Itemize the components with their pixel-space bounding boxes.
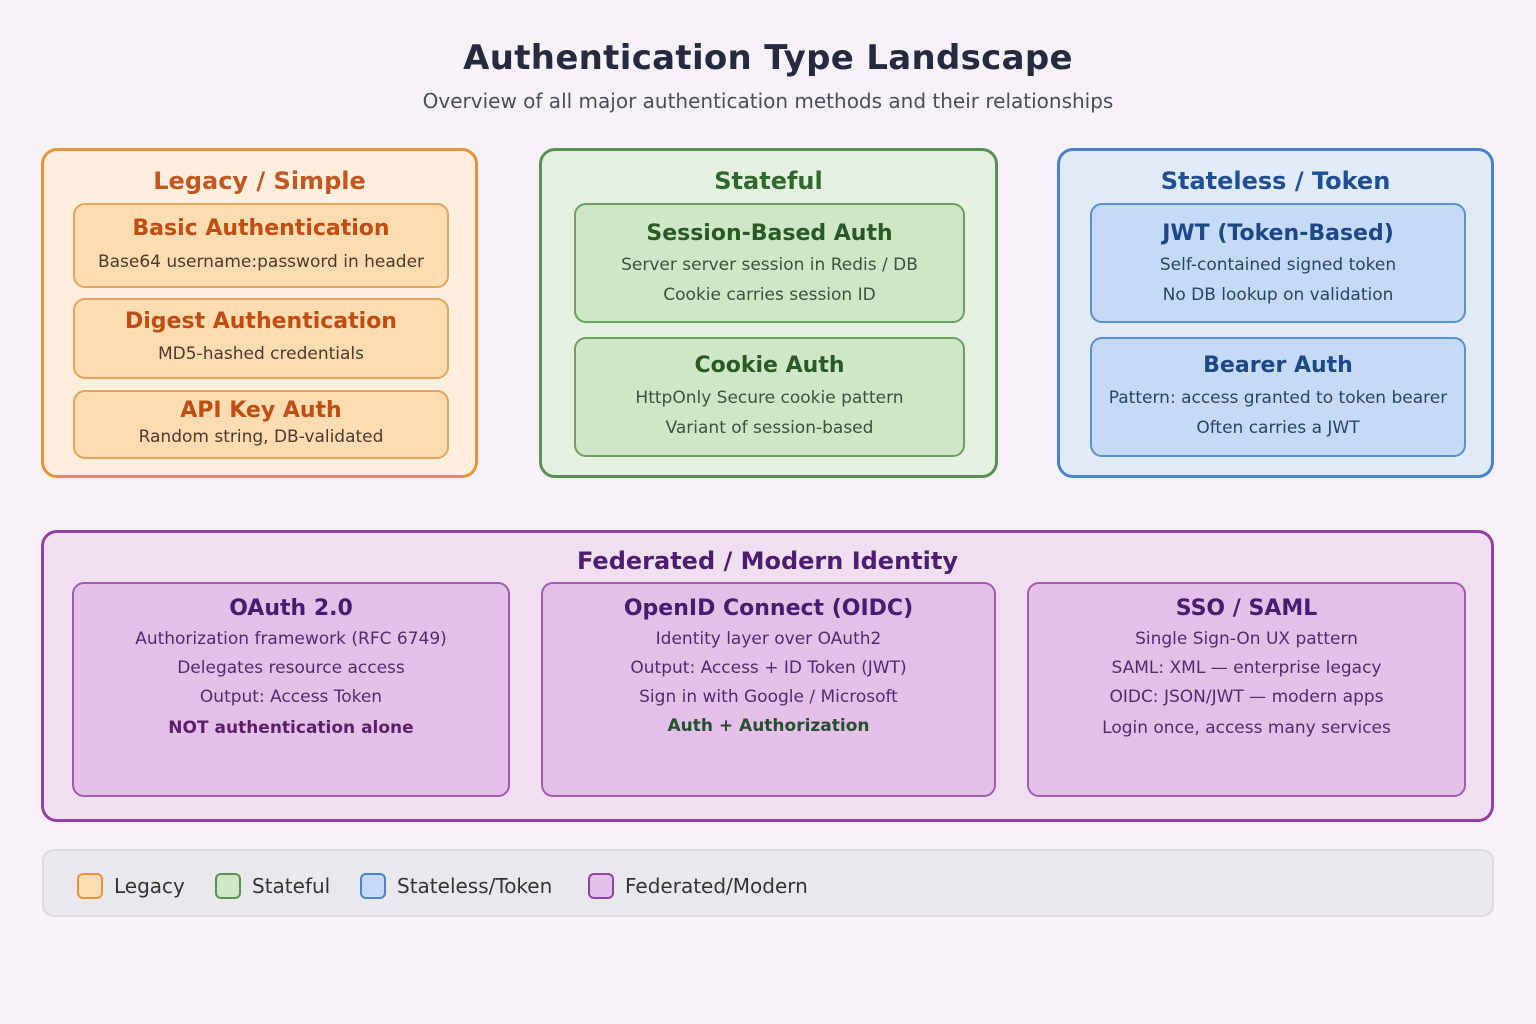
legend-item-stateful: Stateful — [215, 873, 330, 899]
card-description: Sign in with Google / Microsoft — [639, 687, 898, 707]
card-title: API Key Auth — [180, 398, 342, 423]
card-description: Identity layer over OAuth2 — [655, 629, 882, 649]
card-bearer-auth: Bearer Auth Pattern: access granted to t… — [1090, 337, 1466, 457]
card-title: Digest Authentication — [125, 309, 397, 334]
group-legacy: Legacy / Simple Basic Authentication Bas… — [41, 148, 478, 478]
card-sso-saml: SSO / SAML Single Sign-On UX pattern SAM… — [1027, 582, 1466, 797]
legend-item-federated: Federated/Modern — [588, 873, 808, 899]
card-emphasis: NOT authentication alone — [168, 718, 414, 738]
legend-label: Federated/Modern — [625, 874, 808, 898]
page-subtitle: Overview of all major authentication met… — [422, 89, 1114, 113]
card-description: Random string, DB-validated — [138, 427, 384, 447]
group-stateless: Stateless / Token JWT (Token-Based) Self… — [1057, 148, 1494, 478]
card-jwt: JWT (Token-Based) Self-contained signed … — [1090, 203, 1466, 323]
card-description: No DB lookup on validation — [1162, 285, 1394, 305]
card-description: Base64 username:password in header — [97, 252, 425, 272]
card-title: Cookie Auth — [694, 353, 845, 378]
card-description: Login once, access many services — [1102, 718, 1391, 738]
card-description: Output: Access + ID Token (JWT) — [630, 658, 907, 678]
card-description: MD5-hashed credentials — [157, 344, 365, 364]
legend-label: Legacy — [114, 874, 185, 898]
card-description: Pattern: access granted to token bearer — [1108, 388, 1448, 408]
card-api-key-auth: API Key Auth Random string, DB-validated — [73, 390, 449, 459]
legend-item-stateless: Stateless/Token — [360, 873, 552, 899]
card-title: OAuth 2.0 — [229, 596, 353, 621]
card-title: SSO / SAML — [1175, 596, 1318, 621]
card-description: Self-contained signed token — [1159, 255, 1397, 275]
card-emphasis: Auth + Authorization — [667, 716, 870, 736]
card-description: SAML: XML — enterprise legacy — [1111, 658, 1382, 678]
group-stateful-title: Stateful — [714, 167, 823, 195]
card-title: Basic Authentication — [132, 216, 390, 241]
card-description: Variant of session-based — [665, 418, 874, 438]
card-title: OpenID Connect (OIDC) — [623, 596, 914, 621]
card-description: Delegates resource access — [177, 658, 405, 678]
legend-swatch — [360, 873, 386, 899]
group-legacy-title: Legacy / Simple — [153, 167, 366, 195]
group-stateful: Stateful Session-Based Auth Server serve… — [539, 148, 998, 478]
card-title: Bearer Auth — [1203, 353, 1353, 378]
legend: Legacy Stateful Stateless/Token Federate… — [42, 849, 1494, 917]
card-oauth2: OAuth 2.0 Authorization framework (RFC 6… — [72, 582, 510, 797]
group-stateless-title: Stateless / Token — [1160, 167, 1391, 195]
card-title: Session-Based Auth — [646, 221, 893, 246]
legend-label: Stateless/Token — [397, 874, 553, 898]
card-description: HttpOnly Secure cookie pattern — [635, 388, 904, 408]
page-title: Authentication Type Landscape — [463, 38, 1073, 78]
card-description: Often carries a JWT — [1196, 418, 1360, 438]
card-description: OIDC: JSON/JWT — modern apps — [1109, 687, 1384, 707]
card-digest-authentication: Digest Authentication MD5-hashed credent… — [73, 298, 449, 379]
card-openid-connect: OpenID Connect (OIDC) Identity layer ove… — [541, 582, 996, 797]
legend-label: Stateful — [252, 874, 331, 898]
card-basic-authentication: Basic Authentication Base64 username:pas… — [73, 203, 449, 288]
legend-swatch — [215, 873, 241, 899]
legend-swatch — [77, 873, 103, 899]
card-description: Cookie carries session ID — [663, 285, 876, 305]
card-description: Authorization framework (RFC 6749) — [135, 629, 447, 649]
card-description: Server server session in Redis / DB — [621, 255, 918, 275]
card-title: JWT (Token-Based) — [1162, 221, 1394, 246]
card-description: Single Sign-On UX pattern — [1135, 629, 1358, 649]
card-session-based-auth: Session-Based Auth Server server session… — [574, 203, 965, 323]
group-federated: Federated / Modern Identity OAuth 2.0 Au… — [41, 530, 1494, 822]
group-federated-title: Federated / Modern Identity — [577, 547, 958, 575]
legend-item-legacy: Legacy — [77, 873, 185, 899]
card-cookie-auth: Cookie Auth HttpOnly Secure cookie patte… — [574, 337, 965, 457]
legend-swatch — [588, 873, 614, 899]
card-description: Output: Access Token — [199, 687, 383, 707]
